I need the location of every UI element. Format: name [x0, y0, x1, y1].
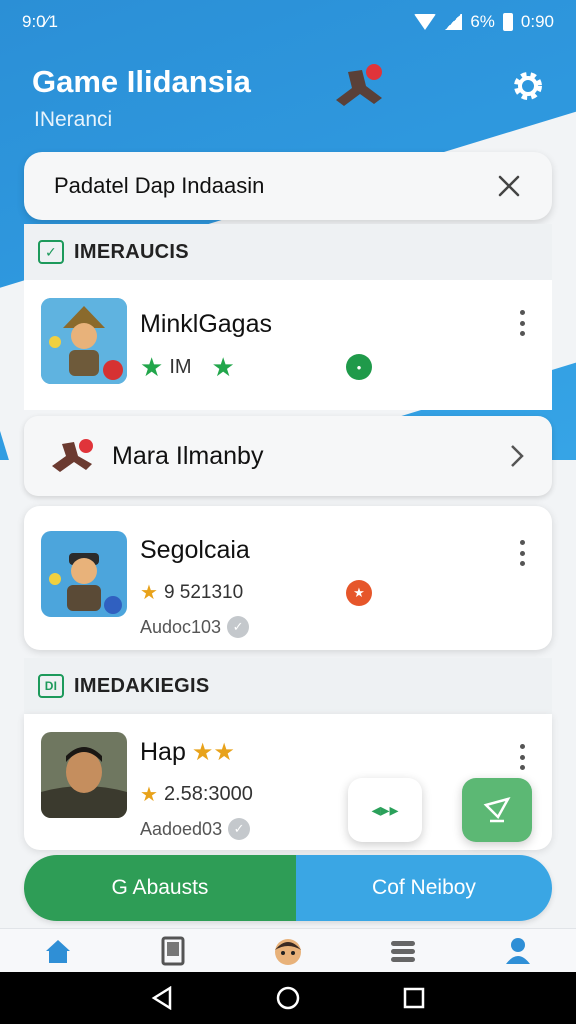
signal-icon: [444, 14, 463, 30]
mascot-icon: [52, 439, 93, 472]
tab-bar: G Abausts Cof Neiboy: [24, 855, 552, 921]
wifi-icon: [414, 14, 437, 30]
swap-action-button[interactable]: ◂▸▸: [348, 778, 422, 842]
status-icons: 6% 0:90: [414, 12, 554, 32]
nav-avatar[interactable]: [270, 935, 306, 967]
character-avatar-icon: [41, 298, 127, 384]
item-sub-text: Aadoed03: [140, 818, 223, 839]
nav-row-label: Mara Ilmanby: [112, 441, 264, 470]
character-avatar-icon: [41, 531, 127, 617]
more-options-button[interactable]: [514, 308, 530, 338]
section-title: IMEDAKIEGIS: [74, 674, 210, 697]
send-icon: [483, 797, 511, 823]
game-thumbnail: [41, 298, 127, 384]
check-icon: ✓: [227, 616, 250, 638]
nav-row[interactable]: Mara Ilmanby: [24, 416, 552, 496]
item-title: MinklGagas: [140, 310, 272, 338]
item-sub: Aadoed03 ✓: [140, 818, 251, 840]
nav-list[interactable]: [385, 935, 421, 967]
list-item[interactable]: MinklGagas ★ IM ★ •: [24, 280, 552, 410]
person-photo-icon: [41, 732, 127, 818]
item-meta-text: 2.58:3000: [163, 783, 253, 805]
item-sub-text: Audoc103: [140, 616, 222, 637]
star-icon: ★: [213, 739, 235, 766]
search-field[interactable]: Padatel Dap Indaasin: [24, 152, 552, 220]
star-icon: ★: [140, 784, 158, 806]
item-meta: ★ 9 521310: [140, 580, 243, 605]
app-title: Game Ilidansia: [32, 64, 251, 99]
close-icon: [498, 175, 520, 197]
chevron-right-icon: [511, 445, 524, 467]
item-meta: ★ IM ★: [140, 352, 235, 383]
star-icon: ★: [140, 582, 158, 604]
avatar-icon: [274, 938, 301, 965]
item-title: Segolcaia: [140, 536, 250, 564]
item-title: Hap ★ ★: [140, 738, 235, 767]
status-time: 9:0⁄1: [22, 12, 58, 31]
app-subtitle: INeranci: [34, 108, 113, 131]
status-clock-right: 0:90: [520, 12, 554, 31]
battery-percent: 6%: [470, 12, 495, 31]
profile-photo: [41, 732, 127, 818]
system-navigation-bar: [0, 972, 576, 1024]
status-bar: 9:0⁄1 6% 0:90: [0, 0, 576, 44]
bracket-square-icon: DI: [38, 674, 64, 698]
bottom-navigation: [0, 928, 576, 972]
home-icon: [45, 939, 70, 963]
settings-gear-icon[interactable]: [508, 66, 548, 106]
section-title: IMERAUCIS: [74, 240, 189, 263]
section-header-2: DI IMEDAKIEGIS: [24, 658, 552, 714]
game-thumbnail: [41, 531, 127, 617]
item-title-text: Hap: [140, 738, 186, 766]
star-icon: ★: [211, 352, 235, 382]
back-icon[interactable]: [151, 986, 173, 1010]
book-icon: [161, 936, 185, 965]
search-input[interactable]: Padatel Dap Indaasin: [54, 173, 264, 199]
nav-home[interactable]: [40, 935, 76, 967]
recents-icon[interactable]: [403, 987, 425, 1009]
home-circle-icon[interactable]: [275, 985, 301, 1011]
status-dot-icon: •: [346, 354, 372, 380]
status-dot-icon: ★: [346, 580, 372, 606]
item-sub: Audoc103 ✓: [140, 616, 250, 638]
list-icon: [391, 940, 416, 962]
list-item[interactable]: Segolcaia ★ 9 521310 ★ Audoc103 ✓: [24, 506, 552, 650]
clear-search-button[interactable]: [494, 171, 524, 201]
tab-right[interactable]: Cof Neiboy: [296, 855, 552, 921]
check-icon: ✓: [228, 818, 251, 840]
item-meta-text: 9 521310: [163, 581, 244, 603]
more-options-button[interactable]: [514, 742, 530, 772]
nav-profile[interactable]: [500, 935, 536, 967]
profile-icon: [506, 937, 531, 964]
tab-left[interactable]: G Abausts: [24, 855, 296, 921]
star-icon: ★: [140, 352, 164, 382]
check-square-icon: ✓: [38, 240, 64, 264]
send-action-button[interactable]: [462, 778, 532, 842]
battery-icon: [502, 13, 513, 31]
item-meta-text: IM: [169, 356, 192, 378]
nav-library[interactable]: [155, 935, 191, 967]
section-header-1: ✓ IMERAUCIS: [24, 224, 552, 280]
mascot-logo-icon: [336, 64, 382, 106]
swap-arrows-icon: ◂▸▸: [371, 799, 399, 820]
star-icon: ★: [191, 739, 214, 766]
more-options-button[interactable]: [514, 538, 530, 568]
item-meta: ★ 2.58:3000: [140, 782, 253, 807]
